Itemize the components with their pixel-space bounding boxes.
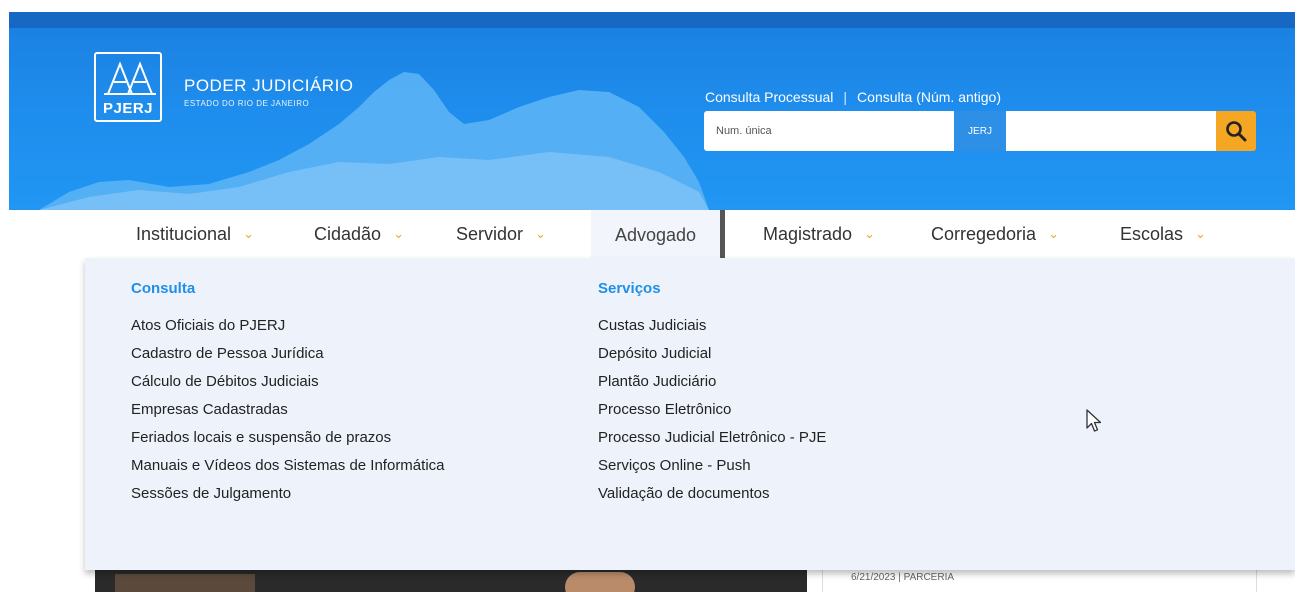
menu-item-calculo-debitos[interactable]: Cálculo de Débitos Judiciais (131, 373, 445, 401)
menu-item-processo-eletronico[interactable]: Processo Eletrônico (598, 401, 826, 429)
menu-item-manuais-videos[interactable]: Manuais e Vídeos dos Sistemas de Informá… (131, 457, 445, 485)
consulta-heading: Consulta (131, 280, 196, 297)
nav-item-label: Corregedoria (931, 223, 1037, 244)
news-card[interactable]: 6/21/2023 | PARCERIA (822, 570, 1257, 592)
search-icon (1226, 121, 1247, 142)
site-header: PJERJ PODER JUDICIÁRIO ESTADO DO RIO DE … (9, 12, 1295, 210)
servicos-heading: Serviços (598, 280, 661, 297)
mouse-cursor-icon (1086, 409, 1102, 432)
nav-item-label: Institucional (136, 223, 232, 244)
page: PJERJ PODER JUDICIÁRIO ESTADO DO RIO DE … (0, 0, 1298, 592)
consulta-links: Consulta Processual | Consulta (Núm. ant… (705, 89, 1001, 105)
nav-item-label: Cidadão (314, 223, 382, 244)
site-logo[interactable]: PJERJ PODER JUDICIÁRIO ESTADO DO RIO DE … (94, 52, 354, 122)
menu-item-validacao-documentos[interactable]: Validação de documentos (598, 485, 826, 513)
search-separator-label: JERJ (954, 111, 1006, 151)
nav-item-label: Servidor (456, 223, 524, 244)
nav-item-advogado[interactable]: Advogado (591, 210, 726, 260)
advogado-dropdown-menu: Consulta Atos Oficiais do PJERJ Cadastro… (85, 258, 1295, 570)
servicos-column: Serviços Custas Judiciais Depósito Judic… (598, 280, 826, 513)
search-code-input[interactable] (1006, 111, 1216, 151)
scales-icon (104, 61, 156, 95)
chevron-down-icon: ⌄ (864, 226, 875, 241)
search-button[interactable] (1216, 111, 1256, 151)
chevron-down-icon: ⌄ (1048, 226, 1059, 241)
search-bar: JERJ (704, 111, 1256, 151)
nav-item-label: Advogado (615, 224, 697, 245)
menu-item-feriados-locais[interactable]: Feriados locais e suspensão de prazos (131, 429, 445, 457)
menu-item-custas-judiciais[interactable]: Custas Judiciais (598, 317, 826, 345)
menu-item-sessoes-julgamento[interactable]: Sessões de Julgamento (131, 485, 445, 513)
featured-image[interactable] (95, 570, 807, 592)
nav-item-cidadao[interactable]: Cidadão ⌄ (314, 210, 404, 258)
search-input[interactable] (704, 111, 954, 151)
nav-item-corregedoria[interactable]: Corregedoria ⌄ (931, 210, 1059, 258)
nav-item-magistrado[interactable]: Magistrado ⌄ (763, 210, 875, 258)
nav-item-label: Magistrado (763, 223, 853, 244)
menu-item-pje[interactable]: Processo Judicial Eletrônico - PJE (598, 429, 826, 457)
nav-item-servidor[interactable]: Servidor ⌄ (456, 210, 546, 258)
chevron-down-icon: ⌄ (393, 226, 404, 241)
menu-item-empresas-cadastradas[interactable]: Empresas Cadastradas (131, 401, 445, 429)
nav-item-label: Escolas (1120, 223, 1184, 244)
consulta-antiga-link[interactable]: Consulta (Núm. antigo) (857, 89, 1001, 105)
logo-text: PJERJ (102, 100, 154, 117)
brand-subtitle: ESTADO DO RIO DE JANEIRO (184, 99, 310, 108)
chevron-down-icon: ⌄ (243, 226, 254, 241)
consulta-list: Atos Oficiais do PJERJ Cadastro de Pesso… (131, 317, 445, 513)
nav-item-escolas[interactable]: Escolas ⌄ (1120, 210, 1206, 258)
consulta-column: Consulta Atos Oficiais do PJERJ Cadastro… (131, 280, 445, 513)
menu-item-cadastro-pessoa-juridica[interactable]: Cadastro de Pessoa Jurídica (131, 345, 445, 373)
nav-item-institucional[interactable]: Institucional ⌄ (136, 210, 254, 258)
chevron-down-icon: ⌄ (535, 226, 546, 241)
pjerj-logo-mark: PJERJ (94, 52, 162, 122)
main-nav: Institucional ⌄ Cidadão ⌄ Servidor ⌄ Adv… (9, 210, 1295, 260)
servicos-list: Custas Judiciais Depósito Judicial Plant… (598, 317, 826, 513)
frame-border (0, 0, 1298, 12)
brand-title: PODER JUDICIÁRIO (184, 76, 354, 95)
menu-item-plantao-judiciario[interactable]: Plantão Judiciário (598, 373, 826, 401)
link-separator: | (843, 89, 848, 105)
image-detail (565, 572, 635, 592)
news-date: 6/21/2023 | PARCERIA (851, 572, 955, 583)
menu-item-atos-oficiais[interactable]: Atos Oficiais do PJERJ (131, 317, 445, 345)
frame-border (0, 0, 9, 592)
menu-item-deposito-judicial[interactable]: Depósito Judicial (598, 345, 826, 373)
consulta-processual-link[interactable]: Consulta Processual (705, 89, 833, 105)
brand-text: PODER JUDICIÁRIO ESTADO DO RIO DE JANEIR… (184, 76, 354, 108)
chevron-down-icon: ⌄ (1195, 226, 1206, 241)
image-detail (115, 574, 255, 592)
menu-item-servicos-online-push[interactable]: Serviços Online - Push (598, 457, 826, 485)
